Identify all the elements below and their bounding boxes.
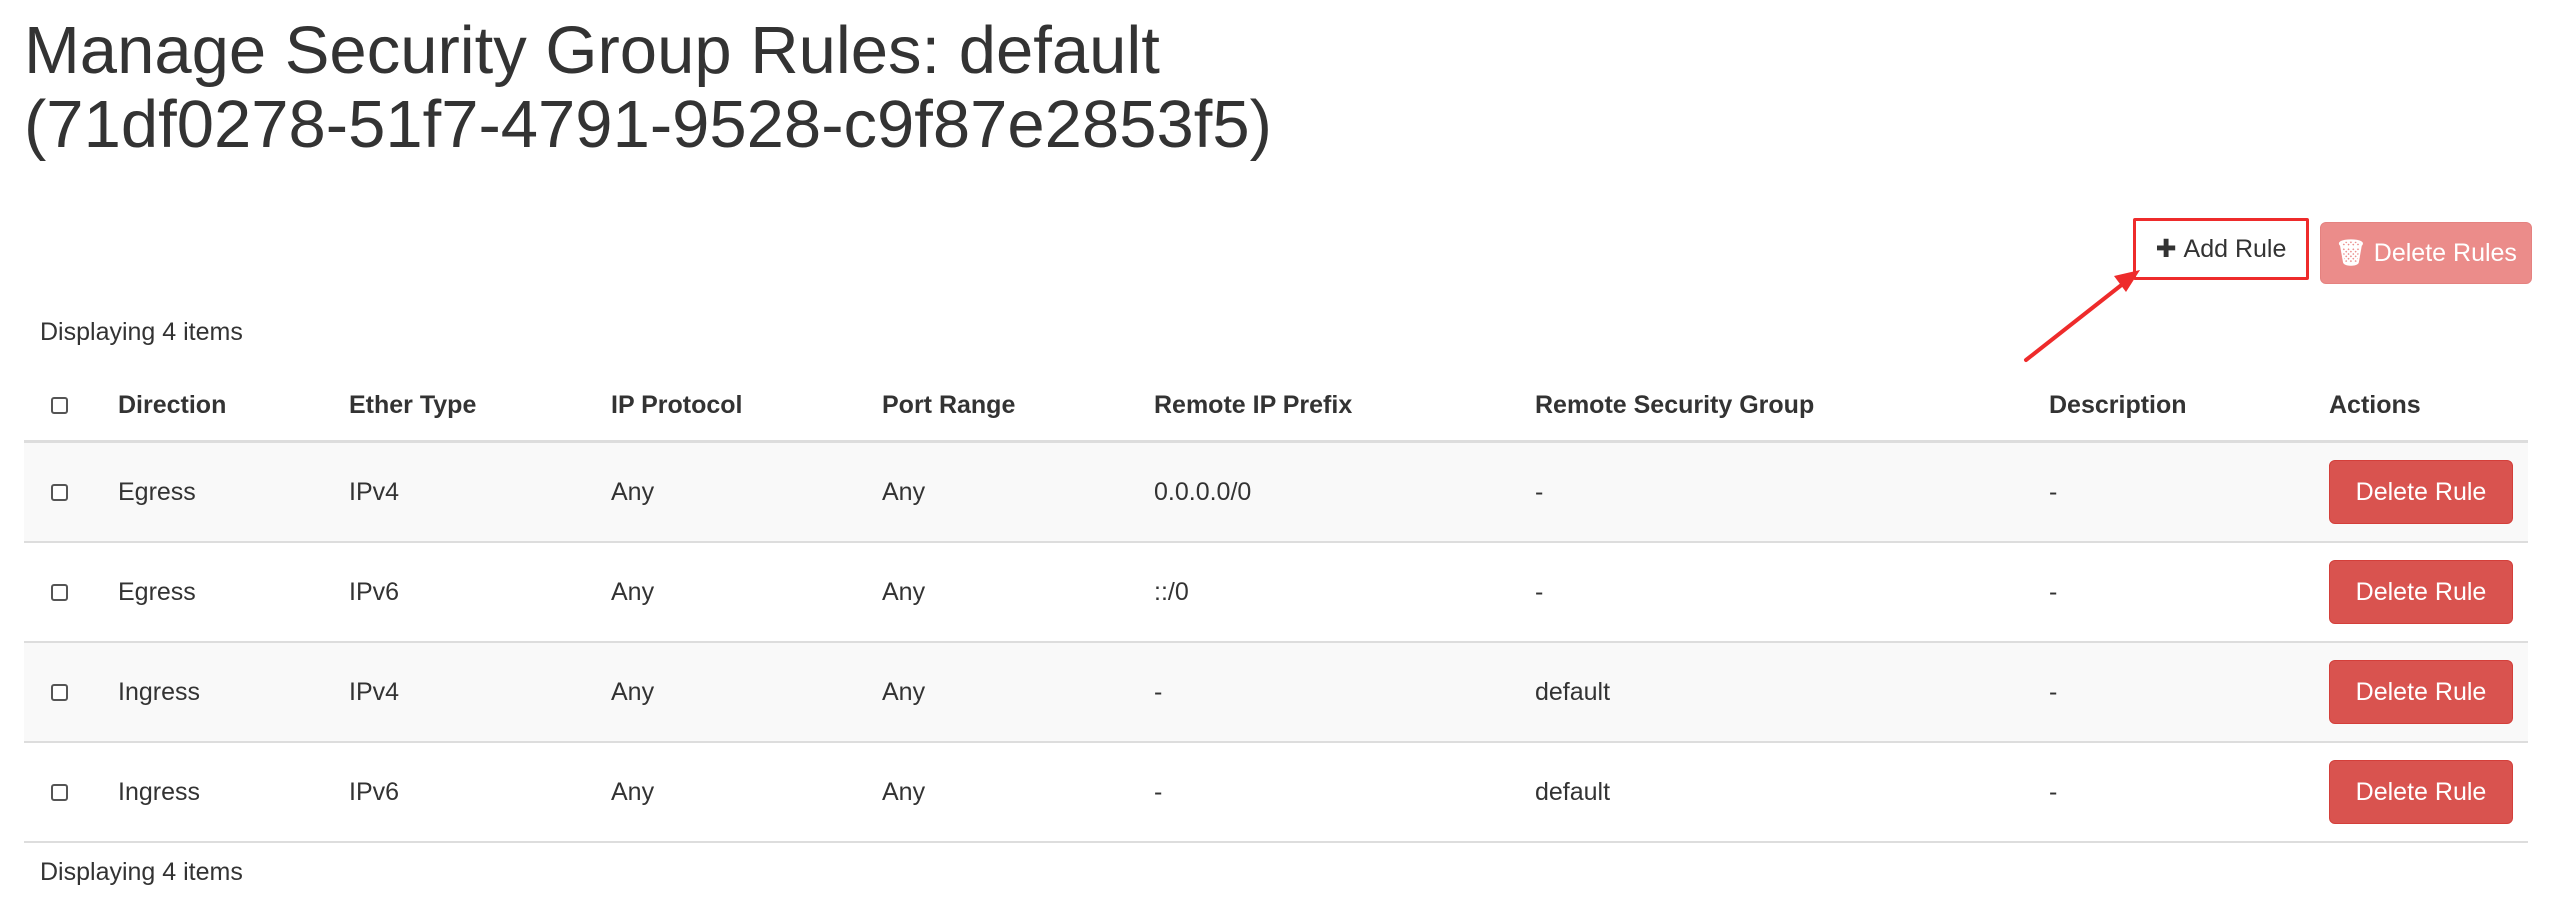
cell-remote-ip-prefix: ::/0 (1154, 542, 1535, 643)
column-header-remote-security-group[interactable]: Remote Security Group (1535, 370, 2049, 443)
cell-direction: Ingress (118, 642, 349, 743)
trash-icon: 🗑 (2335, 238, 2367, 267)
delete-rule-button[interactable]: Delete Rule (2329, 760, 2513, 824)
table-row: Ingress IPv6 Any Any - default - Delete … (24, 742, 2528, 843)
add-rule-button[interactable]: ✚ Add Rule (2133, 218, 2309, 280)
table-row: Egress IPv6 Any Any ::/0 - - Delete Rule (24, 542, 2528, 643)
cell-direction: Egress (118, 441, 349, 543)
page-title-line1: Manage Security Group Rules: default (24, 13, 1160, 88)
cell-description: - (2049, 441, 2329, 543)
cell-direction: Egress (118, 542, 349, 643)
row-checkbox[interactable] (51, 784, 68, 802)
cell-port-range: Any (882, 542, 1154, 643)
cell-actions: Delete Rule (2329, 642, 2528, 743)
cell-description: - (2049, 742, 2329, 843)
cell-ip-protocol: Any (611, 642, 882, 743)
column-header-ip-protocol[interactable]: IP Protocol (611, 370, 882, 443)
cell-remote-security-group: default (1535, 642, 2049, 743)
delete-rules-button[interactable]: 🗑 Delete Rules (2320, 222, 2532, 284)
column-header-actions: Actions (2329, 370, 2528, 443)
table-row: Ingress IPv4 Any Any - default - Delete … (24, 642, 2528, 743)
cell-port-range: Any (882, 441, 1154, 543)
column-header-ether-type[interactable]: Ether Type (349, 370, 611, 443)
item-count-bottom: Displaying 4 items (40, 858, 243, 886)
page-title-line2: (71df0278-51f7-4791-9528-c9f87e2853f5) (24, 87, 1272, 162)
cell-actions: Delete Rule (2329, 742, 2528, 843)
cell-ether-type: IPv4 (349, 441, 611, 543)
delete-rule-button[interactable]: Delete Rule (2329, 460, 2513, 524)
select-all-cell (24, 370, 118, 443)
cell-remote-ip-prefix: - (1154, 642, 1535, 743)
cell-ip-protocol: Any (611, 542, 882, 643)
cell-ip-protocol: Any (611, 441, 882, 543)
page-title: Manage Security Group Rules: default (71… (24, 14, 1624, 162)
row-select-cell (24, 642, 118, 743)
cell-port-range: Any (882, 742, 1154, 843)
column-header-port-range[interactable]: Port Range (882, 370, 1154, 443)
add-rule-label: Add Rule (2183, 234, 2287, 263)
cell-actions: Delete Rule (2329, 542, 2528, 643)
cell-remote-ip-prefix: 0.0.0.0/0 (1154, 441, 1535, 543)
column-header-description[interactable]: Description (2049, 370, 2329, 443)
cell-remote-security-group: default (1535, 742, 2049, 843)
select-all-checkbox[interactable] (51, 397, 68, 415)
cell-description: - (2049, 642, 2329, 743)
rules-table: Direction Ether Type IP Protocol Port Ra… (24, 370, 2528, 843)
row-select-cell (24, 542, 118, 643)
row-select-cell (24, 742, 118, 843)
row-checkbox[interactable] (51, 584, 68, 602)
cell-ip-protocol: Any (611, 742, 882, 843)
item-count-top: Displaying 4 items (40, 318, 243, 346)
cell-ether-type: IPv6 (349, 542, 611, 643)
row-checkbox[interactable] (51, 684, 68, 702)
table-header-row: Direction Ether Type IP Protocol Port Ra… (24, 370, 2528, 443)
delete-rule-button[interactable]: Delete Rule (2329, 660, 2513, 724)
cell-remote-security-group: - (1535, 441, 2049, 543)
cell-remote-security-group: - (1535, 542, 2049, 643)
column-header-remote-ip-prefix[interactable]: Remote IP Prefix (1154, 370, 1535, 443)
table-row: Egress IPv4 Any Any 0.0.0.0/0 - - Delete… (24, 441, 2528, 543)
cell-description: - (2049, 542, 2329, 643)
cell-remote-ip-prefix: - (1154, 742, 1535, 843)
delete-rules-label: Delete Rules (2373, 238, 2517, 267)
cell-direction: Ingress (118, 742, 349, 843)
cell-ether-type: IPv4 (349, 642, 611, 743)
cell-port-range: Any (882, 642, 1154, 743)
row-checkbox[interactable] (51, 484, 68, 502)
row-select-cell (24, 441, 118, 543)
cell-actions: Delete Rule (2329, 441, 2528, 543)
plus-icon: ✚ (2155, 235, 2177, 263)
column-header-direction[interactable]: Direction (118, 370, 349, 443)
cell-ether-type: IPv6 (349, 742, 611, 843)
delete-rule-button[interactable]: Delete Rule (2329, 560, 2513, 624)
